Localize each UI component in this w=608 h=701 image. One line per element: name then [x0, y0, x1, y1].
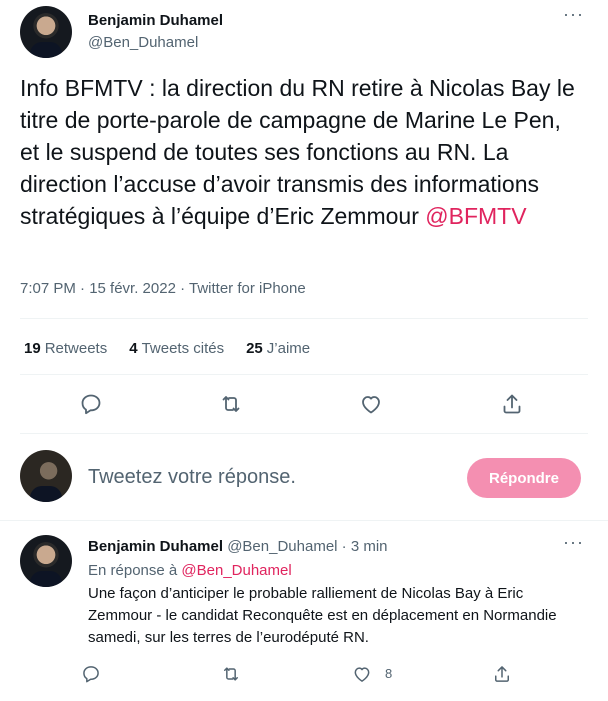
more-options-icon[interactable]: ···: [563, 532, 584, 553]
retweet-icon[interactable]: [221, 664, 241, 684]
likes-stat[interactable]: 25 J’aime: [246, 340, 310, 357]
likes-count: 25: [246, 340, 263, 357]
tweet-mention-link[interactable]: @BFMTV: [425, 203, 526, 229]
retweets-label: Retweets: [44, 340, 108, 357]
retweets-count: 19: [24, 340, 41, 357]
reply-header: Benjamin Duhamel @Ben_Duhamel · 3 min: [88, 538, 388, 555]
in-reply-to: En réponse à @Ben_Duhamel: [88, 562, 292, 579]
divider: [20, 318, 588, 319]
reply-author-handle[interactable]: @Ben_Duhamel: [227, 538, 337, 555]
more-options-icon[interactable]: ···: [563, 4, 584, 25]
retweets-stat[interactable]: 19 Retweets: [24, 340, 107, 357]
author-avatar[interactable]: [20, 6, 72, 58]
reply-icon[interactable]: [79, 392, 103, 416]
divider: [20, 433, 588, 434]
like-icon[interactable]: [359, 392, 383, 416]
quotes-label: Tweets cités: [141, 340, 225, 357]
reply-author-avatar[interactable]: [20, 535, 72, 587]
divider: [0, 520, 608, 521]
reply-icon[interactable]: [81, 664, 101, 684]
retweet-icon[interactable]: [219, 392, 243, 416]
likes-label: J’aime: [266, 340, 311, 357]
share-icon[interactable]: [492, 664, 512, 684]
like-icon[interactable]: [352, 664, 372, 684]
in-reply-to-prefix: En réponse à: [88, 562, 182, 579]
tweet-text: Info BFMTV : la direction du RN retire à…: [20, 72, 580, 232]
current-user-avatar: [20, 450, 72, 502]
reply-text: Une façon d’anticiper le probable rallie…: [88, 585, 557, 646]
reply-input[interactable]: [88, 466, 448, 489]
author-handle[interactable]: @Ben_Duhamel: [88, 34, 198, 51]
reply-button[interactable]: Répondre: [467, 458, 581, 498]
quotes-stat[interactable]: 4 Tweets cités: [129, 340, 224, 357]
author-name[interactable]: Benjamin Duhamel: [88, 12, 223, 29]
in-reply-to-mention[interactable]: @Ben_Duhamel: [181, 562, 291, 579]
quotes-count: 4: [129, 340, 138, 357]
divider: [20, 374, 588, 375]
tweet-timestamp[interactable]: 7:07 PM · 15 févr. 2022 · Twitter for iP…: [20, 280, 306, 297]
reply-author-name[interactable]: Benjamin Duhamel: [88, 538, 223, 555]
reply-timestamp[interactable]: · 3 min: [338, 538, 388, 555]
reply-like-count: 8: [385, 666, 393, 681]
share-icon[interactable]: [500, 392, 524, 416]
tweet-stats: 19 Retweets 4 Tweets cités 25 J’aime: [24, 340, 310, 357]
